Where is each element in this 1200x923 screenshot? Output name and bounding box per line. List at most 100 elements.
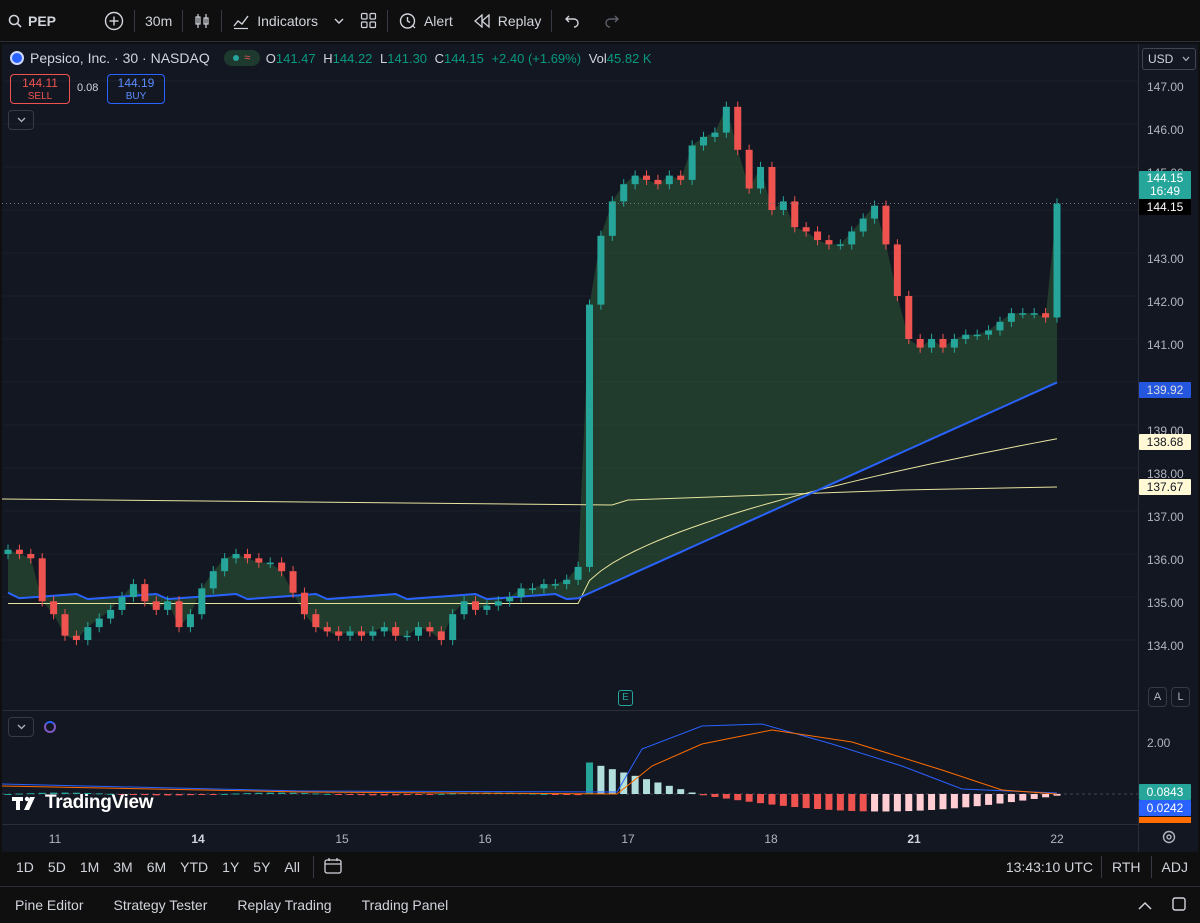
macd-histogram-bar <box>300 793 308 795</box>
auto-scale-button[interactable]: A <box>1148 687 1167 707</box>
candle-body <box>586 304 594 567</box>
indicators-dropdown[interactable] <box>328 0 350 42</box>
range-1m[interactable]: 1M <box>73 859 106 875</box>
candle-body <box>198 588 206 615</box>
candle-body <box>15 549 23 554</box>
range-3m[interactable]: 3M <box>106 859 139 875</box>
date-range-button[interactable] <box>314 857 352 877</box>
range-5d[interactable]: 5D <box>41 859 73 875</box>
macd-histogram-bar <box>437 793 445 795</box>
macd-histogram-bar <box>449 793 457 795</box>
macd-histogram-bar <box>814 794 822 810</box>
macd-histogram-bar <box>654 782 662 794</box>
macd-histogram-bar <box>859 794 867 812</box>
time-axis[interactable]: 11 14 15 16 17 18 21 22 <box>2 824 1138 852</box>
candle-body <box>597 235 605 305</box>
symbol-title[interactable]: Pepsico, Inc. · 30 · NASDAQ <box>30 50 210 66</box>
macd-histogram-bar <box>414 794 422 795</box>
price-scale[interactable]: USD 147.00146.00145.00143.00142.00141.00… <box>1138 44 1198 852</box>
time-tick: 17 <box>621 832 635 846</box>
candle-body <box>278 562 286 572</box>
replay-button[interactable]: Replay <box>463 0 552 42</box>
macd-histogram-bar <box>939 794 947 810</box>
candle-body <box>426 627 434 632</box>
candle-body <box>745 149 753 189</box>
macd-histogram-bar <box>232 793 240 795</box>
symbol-search[interactable]: PEP <box>0 0 66 42</box>
candle-body <box>848 231 856 245</box>
range-5y[interactable]: 5Y <box>246 859 277 875</box>
time-tick: 15 <box>335 832 349 846</box>
ma-slow-line <box>2 486 1058 506</box>
status-badge[interactable]: ≈ <box>223 50 260 66</box>
macd-histogram-bar <box>597 765 605 794</box>
candle-body <box>221 558 229 572</box>
macd-histogram-bar <box>586 762 594 794</box>
candle-body <box>551 584 559 586</box>
currency-selector[interactable]: USD <box>1142 48 1196 70</box>
collapse-legend-button[interactable] <box>8 110 34 130</box>
chart-area[interactable]: Pepsico, Inc. · 30 · NASDAQ ≈ O141.47 H1… <box>2 44 1198 852</box>
macd-histogram-bar <box>631 775 639 794</box>
redo-button[interactable] <box>592 0 632 42</box>
replay-label: Replay <box>497 12 542 29</box>
interval-button[interactable]: 30m <box>135 0 182 42</box>
range-ytd[interactable]: YTD <box>173 859 215 875</box>
tab-strategy-tester[interactable]: Strategy Tester <box>98 897 222 913</box>
macd-histogram-bar <box>152 794 160 796</box>
candle-body <box>882 205 890 245</box>
range-all[interactable]: All <box>277 859 307 875</box>
macd-histogram-bar <box>221 793 229 795</box>
tab-replay-trading[interactable]: Replay Trading <box>222 897 346 913</box>
candle-body <box>985 330 993 335</box>
chart-canvas[interactable] <box>2 44 1138 824</box>
undo-button[interactable] <box>552 0 592 42</box>
tab-trading-panel[interactable]: Trading Panel <box>347 897 464 913</box>
earnings-marker[interactable]: E <box>618 690 633 706</box>
macd-histogram-bar <box>962 794 970 808</box>
maximize-panel-button[interactable] <box>1166 896 1200 914</box>
range-1y[interactable]: 1Y <box>215 859 246 875</box>
macd-histogram-bar <box>905 794 913 812</box>
candle-body <box>164 601 172 610</box>
series-legend: Pepsico, Inc. · 30 · NASDAQ ≈ O141.47 H1… <box>10 48 652 68</box>
price-tick: 146.00 <box>1147 123 1184 137</box>
pane-separator[interactable] <box>2 710 1138 711</box>
macd-histogram-bar <box>255 792 263 794</box>
layouts-button[interactable] <box>350 0 387 42</box>
log-scale-button[interactable]: L <box>1171 687 1190 707</box>
chart-settings-button[interactable] <box>1161 829 1177 850</box>
indicators-button[interactable]: Indicators <box>222 0 328 42</box>
clock-display[interactable]: 13:43:10 UTC <box>998 859 1101 875</box>
candle-body <box>335 631 343 636</box>
tradingview-logo-icon <box>12 796 35 810</box>
range-bar: 1D 5D 1M 3M 6M YTD 1Y 5Y All 13:43:10 UTC RTH AD… <box>0 852 1200 882</box>
macd-signal-line <box>2 729 1058 795</box>
ma-mid-line <box>8 438 1058 604</box>
session-button[interactable]: RTH <box>1102 859 1151 875</box>
macd-histogram-bar <box>643 779 651 794</box>
adjust-button[interactable]: ADJ <box>1152 859 1200 875</box>
candle-body <box>802 227 810 232</box>
collapse-panel-button[interactable] <box>1124 897 1166 913</box>
macd-histogram-bar <box>1019 794 1027 801</box>
tab-pine-editor[interactable]: Pine Editor <box>0 897 98 913</box>
macd-tick: 2.00 <box>1147 736 1171 750</box>
alert-button[interactable]: Alert <box>388 0 463 42</box>
chart-type-button[interactable] <box>183 0 221 42</box>
candle-body <box>232 554 240 559</box>
collapse-indicator-button[interactable] <box>8 717 34 737</box>
buy-button[interactable]: 144.19 BUY <box>107 74 165 104</box>
sell-button[interactable]: 144.11 SELL <box>10 74 70 104</box>
candle-body <box>506 597 514 602</box>
candle-body <box>893 244 901 296</box>
range-6m[interactable]: 6M <box>140 859 173 875</box>
macd-histogram-bar <box>928 794 936 810</box>
ma-mid-price-tag: 138.68 <box>1139 434 1191 450</box>
macd-histogram-bar <box>380 794 388 796</box>
compare-button[interactable] <box>94 0 134 42</box>
loading-spinner-icon <box>44 721 56 733</box>
candle-body <box>392 627 400 636</box>
candle-body <box>757 167 765 189</box>
range-1d[interactable]: 1D <box>9 859 41 875</box>
